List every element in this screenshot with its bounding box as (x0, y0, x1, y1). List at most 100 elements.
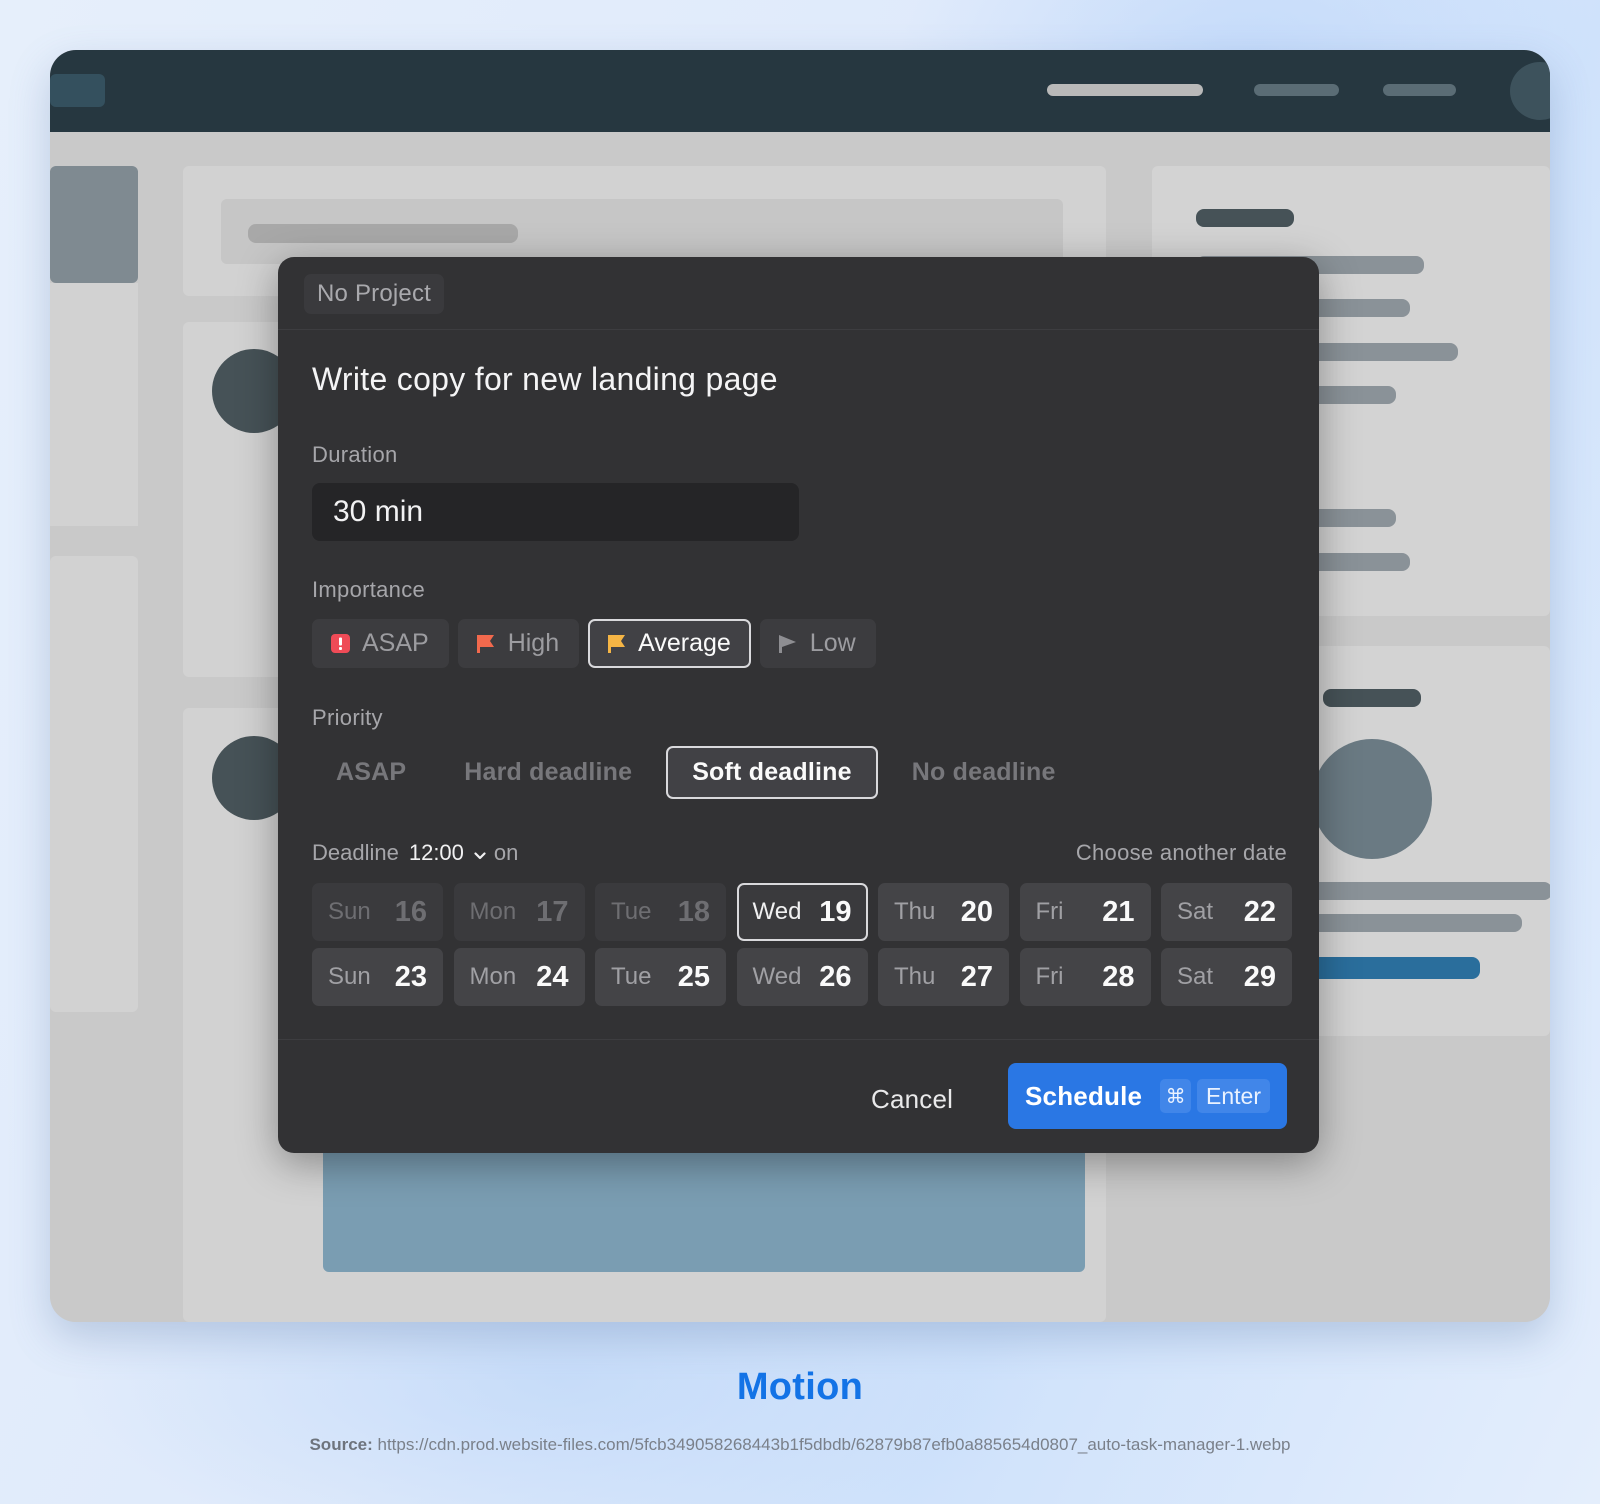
caption-title: Motion (736, 1366, 864, 1408)
date-option-weekday: Sun (328, 898, 371, 925)
date-option-weekday: Wed (752, 963, 802, 990)
date-option-day-number: 17 (536, 895, 569, 928)
deadline-time-value: 12:00 (408, 840, 464, 865)
date-option-day-number: 28 (1102, 960, 1135, 993)
flag-icon (476, 634, 496, 654)
caption-source-url[interactable]: https://cdn.prod.website-files.com/5fcb3… (378, 1435, 1291, 1454)
importance-options: ASAP High Average Low (312, 619, 885, 668)
importance-option-average[interactable]: Average (588, 619, 751, 668)
project-selector[interactable]: No Project (304, 274, 445, 314)
task-title[interactable]: Write copy for new landing page (312, 361, 778, 398)
duration-label: Duration (312, 442, 398, 467)
flag-icon (778, 634, 798, 654)
right-panel-avatar (1312, 739, 1432, 859)
duration-input[interactable] (312, 483, 799, 541)
topbar-avatar-placeholder (1510, 62, 1550, 120)
date-option-day-number: 23 (394, 960, 427, 993)
importance-label: Importance (312, 577, 426, 602)
sidebar-block (50, 556, 138, 1012)
date-option-tue-25[interactable]: Tue 25 (595, 948, 726, 1006)
date-option-sun-23[interactable]: Sun 23 (312, 948, 443, 1006)
priority-option-no-deadline[interactable]: No deadline (888, 746, 1080, 799)
date-option-day-number: 29 (1243, 960, 1276, 993)
chevron-down-icon (474, 840, 486, 866)
date-option-tue-18: Tue 18 (595, 883, 726, 941)
app-topbar (50, 50, 1550, 132)
caption-source: Source: https://cdn.prod.website-files.c… (0, 1435, 1600, 1455)
date-option-wed-19[interactable]: Wed 19 (736, 883, 868, 941)
deadline-label: Deadline (312, 840, 399, 865)
importance-option-high[interactable]: High (457, 619, 580, 668)
date-option-thu-20[interactable]: Thu 20 (878, 883, 1009, 941)
date-option-weekday: Tue (611, 898, 652, 925)
deadline-on-label: on (493, 840, 519, 865)
date-option-sun-16: Sun 16 (312, 883, 443, 941)
date-option-day-number: 20 (960, 895, 993, 928)
choose-another-date-link[interactable]: Choose another date (1076, 840, 1287, 866)
date-option-thu-27[interactable]: Thu 27 (878, 948, 1009, 1006)
content-bar (248, 224, 518, 243)
schedule-task-modal: No Project Write copy for new landing pa… (278, 257, 1319, 1153)
priority-option-hard-deadline[interactable]: Hard deadline (440, 746, 656, 799)
flag-icon (606, 634, 626, 654)
date-option-day-number: 21 (1102, 895, 1135, 928)
footer-divider (278, 1039, 1319, 1040)
date-option-day-number: 27 (960, 960, 993, 993)
command-key-icon: ⌘ (1160, 1079, 1192, 1113)
cancel-button[interactable]: Cancel (871, 1077, 953, 1121)
date-option-day-number: 26 (819, 960, 852, 993)
topbar-nav-placeholder (1254, 84, 1339, 96)
topbar-nav-placeholder (1047, 84, 1203, 96)
topbar-nav-placeholder (1383, 84, 1456, 96)
date-option-sat-29[interactable]: Sat 29 (1161, 948, 1292, 1006)
date-option-fri-21[interactable]: Fri 21 (1019, 883, 1151, 941)
date-option-mon-17: Mon 17 (453, 883, 585, 941)
modal-header: No Project (278, 257, 1319, 330)
date-option-weekday: Tue (611, 963, 652, 990)
priority-option-soft-deadline[interactable]: Soft deadline (666, 746, 878, 799)
date-option-weekday: Thu (894, 898, 936, 925)
importance-option-low[interactable]: Low (759, 619, 876, 668)
priority-label: Priority (312, 705, 383, 730)
date-option-fri-28[interactable]: Fri 28 (1019, 948, 1151, 1006)
date-option-wed-26[interactable]: Wed 26 (736, 948, 868, 1006)
caption-source-label: Source: (309, 1435, 373, 1454)
right-panel-heading (1323, 689, 1421, 707)
deadline-row: Deadline 12:00 on Choose another date (312, 840, 1287, 866)
date-option-weekday: Wed (752, 898, 802, 925)
sidebar-block (50, 166, 138, 283)
date-option-weekday: Sat (1177, 898, 1214, 925)
deadline-time-dropdown[interactable]: 12:00 (409, 840, 486, 866)
date-option-weekday: Fri (1035, 898, 1064, 925)
date-option-weekday: Sun (328, 963, 371, 990)
right-panel-heading (1196, 209, 1294, 227)
date-option-sat-22[interactable]: Sat 22 (1161, 883, 1292, 941)
deadline-date-grid: Sun 16 Mon 17 Tue 18 Wed 19 Thu 20 Fri 21 Sat 22 Sun 23… (312, 883, 1292, 1006)
schedule-button[interactable]: Schedule ⌘ Enter (1008, 1063, 1287, 1129)
date-option-day-number: 16 (394, 895, 427, 928)
date-option-day-number: 22 (1243, 895, 1276, 928)
priority-option-asap[interactable]: ASAP (312, 746, 430, 799)
schedule-button-label: Schedule (1025, 1080, 1143, 1111)
importance-option-label: Average (638, 629, 731, 657)
date-option-weekday: Mon (469, 963, 517, 990)
date-option-weekday: Fri (1035, 963, 1064, 990)
topbar-logo-placeholder (50, 74, 105, 107)
importance-option-asap[interactable]: ASAP (312, 619, 449, 668)
content-image-placeholder (323, 1132, 1085, 1272)
importance-option-label: Low (809, 629, 856, 657)
enter-key-hint: Enter (1197, 1079, 1270, 1113)
date-option-weekday: Mon (469, 898, 517, 925)
date-option-day-number: 19 (819, 895, 852, 928)
sidebar-block (50, 283, 138, 526)
date-option-weekday: Thu (894, 963, 936, 990)
date-option-day-number: 18 (677, 895, 710, 928)
importance-option-label: High (507, 629, 560, 657)
date-option-day-number: 24 (536, 960, 569, 993)
priority-options: ASAP Hard deadline Soft deadline No dead… (312, 746, 1090, 799)
exclamation-square-icon (330, 634, 350, 654)
date-option-mon-24[interactable]: Mon 24 (453, 948, 585, 1006)
date-option-weekday: Sat (1177, 963, 1214, 990)
importance-option-label: ASAP (362, 629, 429, 657)
date-option-day-number: 25 (677, 960, 710, 993)
